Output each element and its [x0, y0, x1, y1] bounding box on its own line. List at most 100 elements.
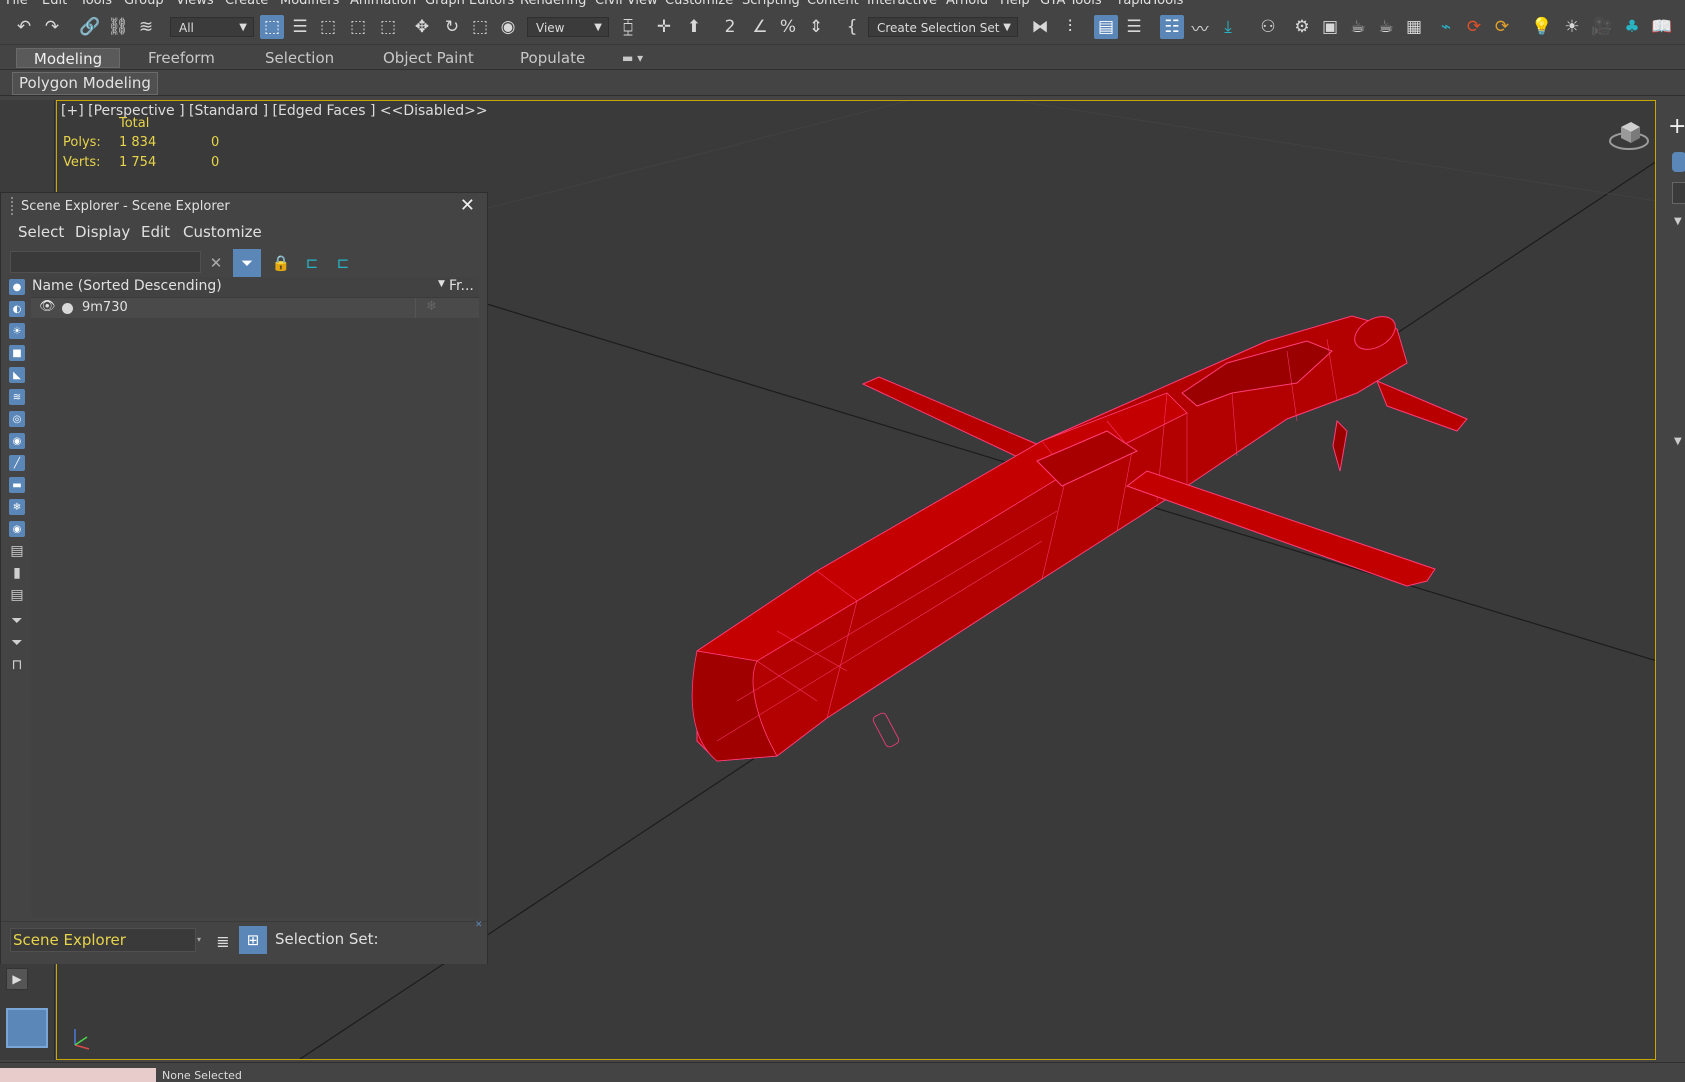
tab-populate[interactable]: Populate — [520, 48, 585, 68]
se-menu-select[interactable]: Select — [18, 223, 64, 241]
move-icon[interactable]: ✥ — [410, 15, 434, 39]
layer-explorer-icon[interactable]: ▤ — [1094, 15, 1118, 39]
rect-selection-icon[interactable]: ⬚ — [316, 15, 340, 39]
plugin-yellow-icon[interactable]: ⟳ — [1490, 15, 1514, 39]
column-frozen-header[interactable]: Fr... — [449, 278, 474, 294]
spacewarps-filter-icon[interactable]: ≋ — [9, 389, 25, 405]
menu-file[interactable]: File — [6, 0, 28, 8]
se-menu-customize[interactable]: Customize — [183, 223, 262, 241]
menu-gta-tools[interactable]: GTA Tools — [1040, 0, 1102, 8]
lights-filter-icon[interactable]: ☀ — [9, 323, 25, 339]
percent-snap-icon[interactable]: % — [776, 15, 800, 39]
cameras-filter-icon[interactable]: ■ — [9, 345, 25, 361]
menu-tools[interactable]: Tools — [80, 0, 112, 8]
spinner-snap-icon[interactable]: ⇕ — [804, 15, 828, 39]
menu-scripting[interactable]: Scripting — [742, 0, 800, 8]
frozen-filter-icon[interactable]: ❄ — [9, 499, 25, 515]
shapes-filter-icon[interactable]: ◐ — [9, 301, 25, 317]
selection-filter-dropdown[interactable]: All ▼ — [170, 17, 254, 37]
arnold-light-icon[interactable]: 💡 — [1530, 15, 1554, 39]
place-icon[interactable]: ◉ — [496, 15, 520, 39]
filter-icon[interactable]: ⏷ — [233, 249, 261, 277]
menu-customize[interactable]: Customize — [665, 0, 733, 8]
drag-handle[interactable] — [11, 197, 17, 215]
explorer-name-field[interactable]: Scene Explorer — [10, 928, 196, 952]
ribbon-options-icon[interactable]: ▬ ▾ — [622, 48, 643, 68]
geometry-filter-icon[interactable]: ● — [9, 279, 25, 295]
arnold-camera-icon[interactable]: 🎥 — [1590, 15, 1614, 39]
pin-icon[interactable]: ✕ — [475, 920, 483, 930]
menu-rendering[interactable]: Rendering — [520, 0, 586, 8]
menu-interactive[interactable]: Interactive — [867, 0, 937, 8]
table-row[interactable]: 👁 9m730 ❄ — [31, 298, 479, 318]
menu-views[interactable]: Views — [176, 0, 214, 8]
menu-content[interactable]: Content — [807, 0, 859, 8]
redo-icon[interactable]: ↷ — [40, 15, 64, 39]
pivot-center-icon[interactable]: ⧮ — [616, 15, 640, 39]
filter-options-icon[interactable]: ⏷ — [9, 613, 25, 629]
display-invert-icon[interactable]: ▤ — [9, 587, 25, 603]
arnold-book-icon[interactable]: 📖 — [1650, 15, 1674, 39]
visibility-eye-icon[interactable]: 👁 — [39, 299, 56, 314]
plugin-cyan-icon[interactable]: ⌁ — [1434, 15, 1458, 39]
clear-search-icon[interactable]: ✕ — [202, 249, 230, 277]
scene-object-name[interactable]: 9m730 — [82, 300, 128, 315]
hierarchy-mode-icon[interactable]: ⊞ — [239, 926, 267, 954]
angle-snap-icon[interactable]: ∠ — [748, 15, 772, 39]
expand-arrow-icon[interactable]: ▼ — [1674, 436, 1682, 447]
arnold-tree-icon[interactable]: ♣ — [1620, 15, 1644, 39]
schematic-view-icon[interactable]: ⚇ — [1256, 15, 1280, 39]
plus-icon[interactable]: + — [1668, 114, 1685, 139]
display-all-icon[interactable]: ▤ — [9, 543, 25, 559]
expand-arrow-icon[interactable]: ▼ — [1674, 216, 1682, 227]
layers-icon[interactable]: ≣ — [211, 928, 235, 954]
scale-icon[interactable]: ⬚ — [468, 15, 492, 39]
helpers-filter-icon[interactable]: ◣ — [9, 367, 25, 383]
freeze-icon[interactable]: ❄ — [426, 299, 437, 314]
undo-icon[interactable]: ↶ — [12, 15, 36, 39]
menu-modifiers[interactable]: Modifiers — [280, 0, 339, 8]
containers-filter-icon[interactable]: ▬ — [9, 477, 25, 493]
link-icon[interactable]: 🔗 — [78, 15, 102, 39]
curve-editor-icon[interactable]: 〰 — [1188, 15, 1212, 40]
missile-model[interactable] — [691, 310, 1468, 762]
reference-coord-dropdown[interactable]: View ▼ — [527, 17, 609, 37]
menu-edit[interactable]: Edit — [42, 0, 67, 8]
material-editor-icon[interactable]: ⚙ — [1290, 15, 1314, 39]
bones-filter-icon[interactable]: ╱ — [9, 455, 25, 471]
select-object-icon[interactable]: ⬚ — [260, 15, 284, 39]
menu-civil-view[interactable]: Civil View — [595, 0, 658, 8]
display-none-icon[interactable]: ▮ — [9, 565, 25, 581]
selection-toggle-icon[interactable]: ⊓ — [9, 657, 25, 673]
viewcube-icon[interactable] — [1607, 117, 1651, 153]
align-icon[interactable]: ⫶ — [1058, 15, 1082, 39]
render-setup-icon[interactable]: ▣ — [1318, 15, 1342, 39]
tab-modeling[interactable]: Modeling — [16, 48, 120, 68]
scene-search-input[interactable] — [10, 251, 201, 273]
menu-create[interactable]: Create — [225, 0, 268, 8]
menu-arnold[interactable]: Arnold — [946, 0, 988, 8]
unlink-icon[interactable]: ⛓ — [106, 15, 130, 39]
hierarchy-collapse-icon[interactable]: ⊏ — [329, 249, 357, 277]
toggle-ribbon-icon[interactable]: ☰ — [1122, 15, 1146, 39]
hierarchy-icon[interactable]: ⊏ — [298, 249, 326, 277]
se-menu-display[interactable]: Display — [75, 223, 130, 241]
named-selection-set-dropdown[interactable]: Create Selection Set ▼ — [868, 17, 1018, 37]
hidden-filter-icon[interactable]: ◉ — [9, 521, 25, 537]
select-manipulate-icon[interactable]: ✛ — [652, 15, 676, 39]
render-frame-icon[interactable]: ☕ — [1346, 15, 1370, 39]
tab-object-paint[interactable]: Object Paint — [383, 48, 474, 68]
tab-selection[interactable]: Selection — [265, 48, 334, 68]
bind-spacewarp-icon[interactable]: ≋ — [134, 15, 158, 39]
groups-filter-icon[interactable]: ◎ — [9, 411, 25, 427]
tab-freeform[interactable]: Freeform — [148, 48, 215, 68]
menu-group[interactable]: Group — [124, 0, 164, 8]
column-name-header[interactable]: Name (Sorted Descending) — [32, 278, 222, 294]
command-search-field[interactable] — [1672, 182, 1685, 204]
edit-named-sets-icon[interactable]: { — [840, 15, 864, 39]
filter-toggle-icon[interactable]: ⏷ — [9, 635, 25, 651]
menu-help[interactable]: Help — [1000, 0, 1030, 8]
rotate-icon[interactable]: ↻ — [440, 15, 464, 39]
close-icon[interactable]: ✕ — [460, 195, 475, 216]
menu-graph-editors[interactable]: Graph Editors — [425, 0, 514, 8]
